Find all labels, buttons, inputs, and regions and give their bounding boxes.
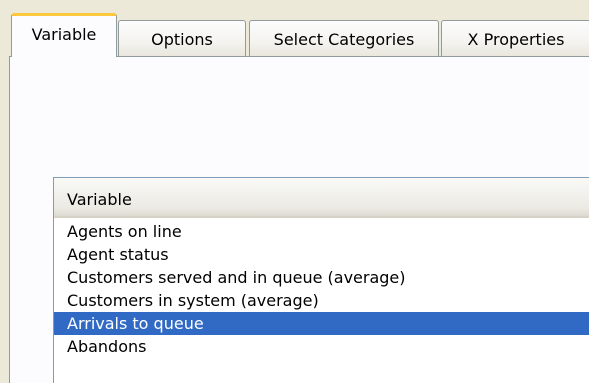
properties-dialog: Variable Options Select Categories X Pro… <box>0 0 589 383</box>
list-rows: Agents on line Agent status Customers se… <box>54 220 589 358</box>
column-header-variable[interactable]: Variable <box>54 178 589 218</box>
list-item[interactable]: Customers in system (average) <box>54 289 589 312</box>
tab-select-categories[interactable]: Select Categories <box>249 20 439 57</box>
tab-variable[interactable]: Variable <box>11 13 117 57</box>
list-item[interactable]: Abandons <box>54 335 589 358</box>
tab-options-label: Options <box>151 30 213 49</box>
list-item-selected[interactable]: Arrivals to queue <box>54 312 589 335</box>
tab-variable-label: Variable <box>31 25 97 44</box>
tab-options[interactable]: Options <box>118 20 246 57</box>
list-item[interactable]: Customers served and in queue (average) <box>54 266 589 289</box>
tab-x-properties[interactable]: X Properties <box>441 20 589 57</box>
tab-x-properties-label: X Properties <box>467 30 565 49</box>
variable-list[interactable]: Variable Agents on line Agent status Cus… <box>53 177 589 383</box>
list-item[interactable]: Agents on line <box>54 220 589 243</box>
column-header-label: Variable <box>67 190 132 209</box>
tab-select-categories-label: Select Categories <box>273 30 415 49</box>
list-item[interactable]: Agent status <box>54 243 589 266</box>
